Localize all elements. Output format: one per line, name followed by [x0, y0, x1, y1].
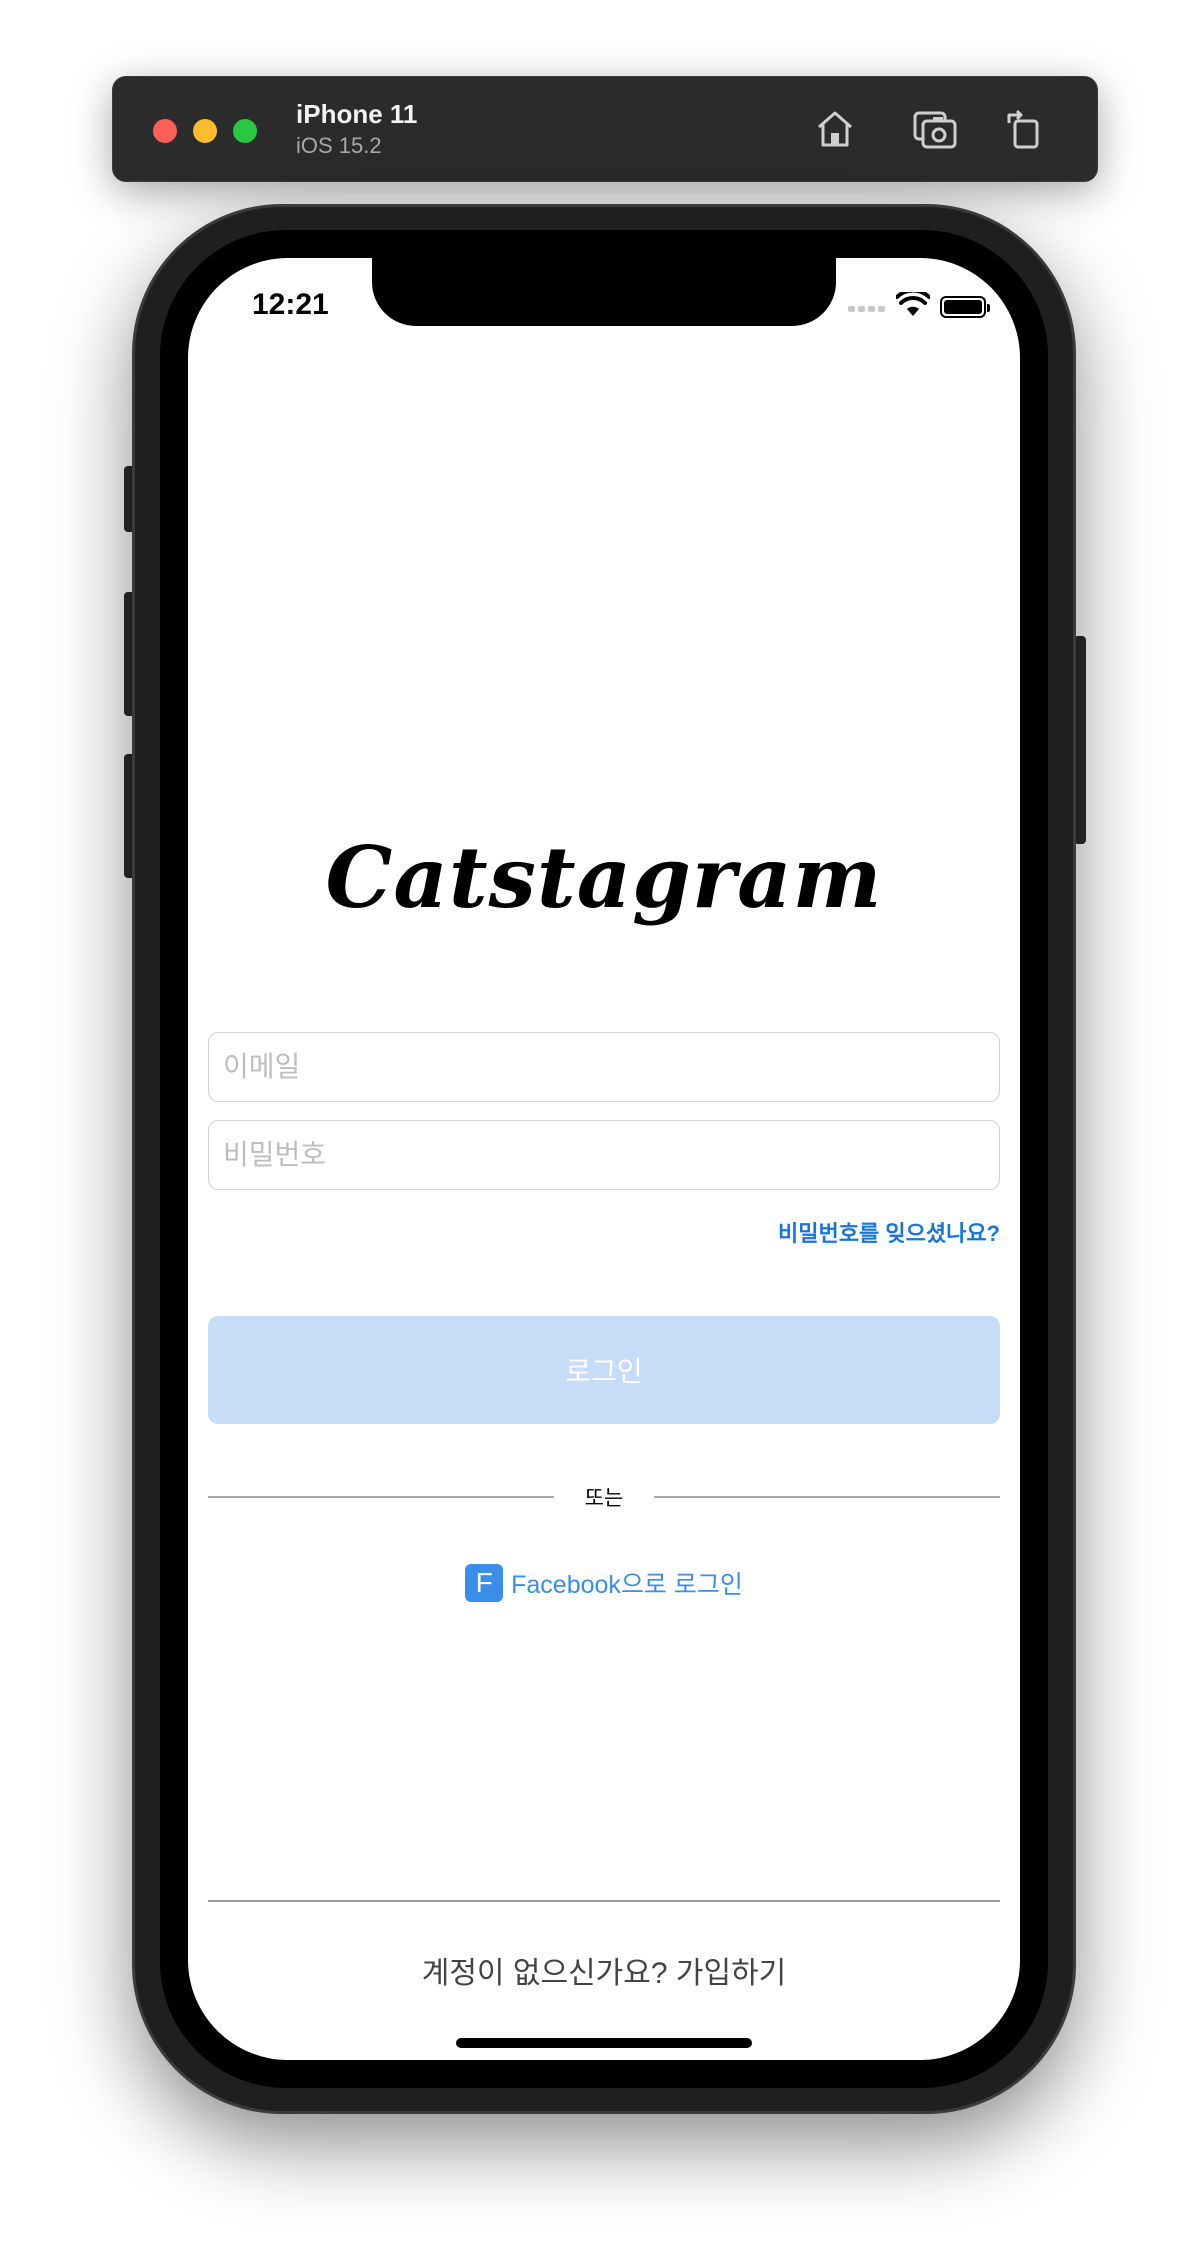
os-version: iOS 15.2	[296, 133, 382, 158]
cellular-signal-icon	[848, 306, 886, 312]
notch	[372, 258, 836, 326]
screenshot-icon[interactable]	[911, 105, 959, 153]
minimize-window-button[interactable]	[193, 119, 217, 143]
signup-link[interactable]: 계정이 없으신가요? 가입하기	[188, 1948, 1020, 1992]
battery-icon	[940, 296, 990, 318]
or-label: 또는	[584, 1487, 624, 1510]
device-screen: 12:21 Catstagram 비밀번호를 잊으셨나요? 로그인 또는 F F…	[188, 258, 1020, 2060]
facebook-login-label: Facebook으로 로그인	[511, 1571, 743, 1599]
home-icon[interactable]	[811, 105, 859, 153]
divider-right	[654, 1496, 1000, 1498]
status-time: 12:21	[252, 288, 329, 321]
facebook-login-button[interactable]: F Facebook으로 로그인	[188, 1564, 1020, 1604]
wifi-icon	[895, 288, 931, 318]
divider-left	[208, 1496, 554, 1498]
zoom-window-button[interactable]	[233, 119, 257, 143]
simulator-toolbar: iPhone 11 iOS 15.2	[112, 76, 1098, 182]
signup-divider	[208, 1900, 1000, 1902]
close-window-button[interactable]	[153, 119, 177, 143]
email-field[interactable]	[208, 1032, 1000, 1102]
rotate-icon[interactable]	[1001, 105, 1049, 153]
password-field[interactable]	[208, 1120, 1000, 1190]
facebook-icon: F	[465, 1564, 504, 1602]
forgot-password-link[interactable]: 비밀번호를 잊으셨나요?	[778, 1216, 1000, 1248]
home-indicator[interactable]	[456, 2038, 752, 2048]
app-logo: Catstagram	[325, 828, 883, 927]
login-button[interactable]: 로그인	[208, 1316, 1000, 1424]
device-name: iPhone 11	[296, 99, 418, 129]
